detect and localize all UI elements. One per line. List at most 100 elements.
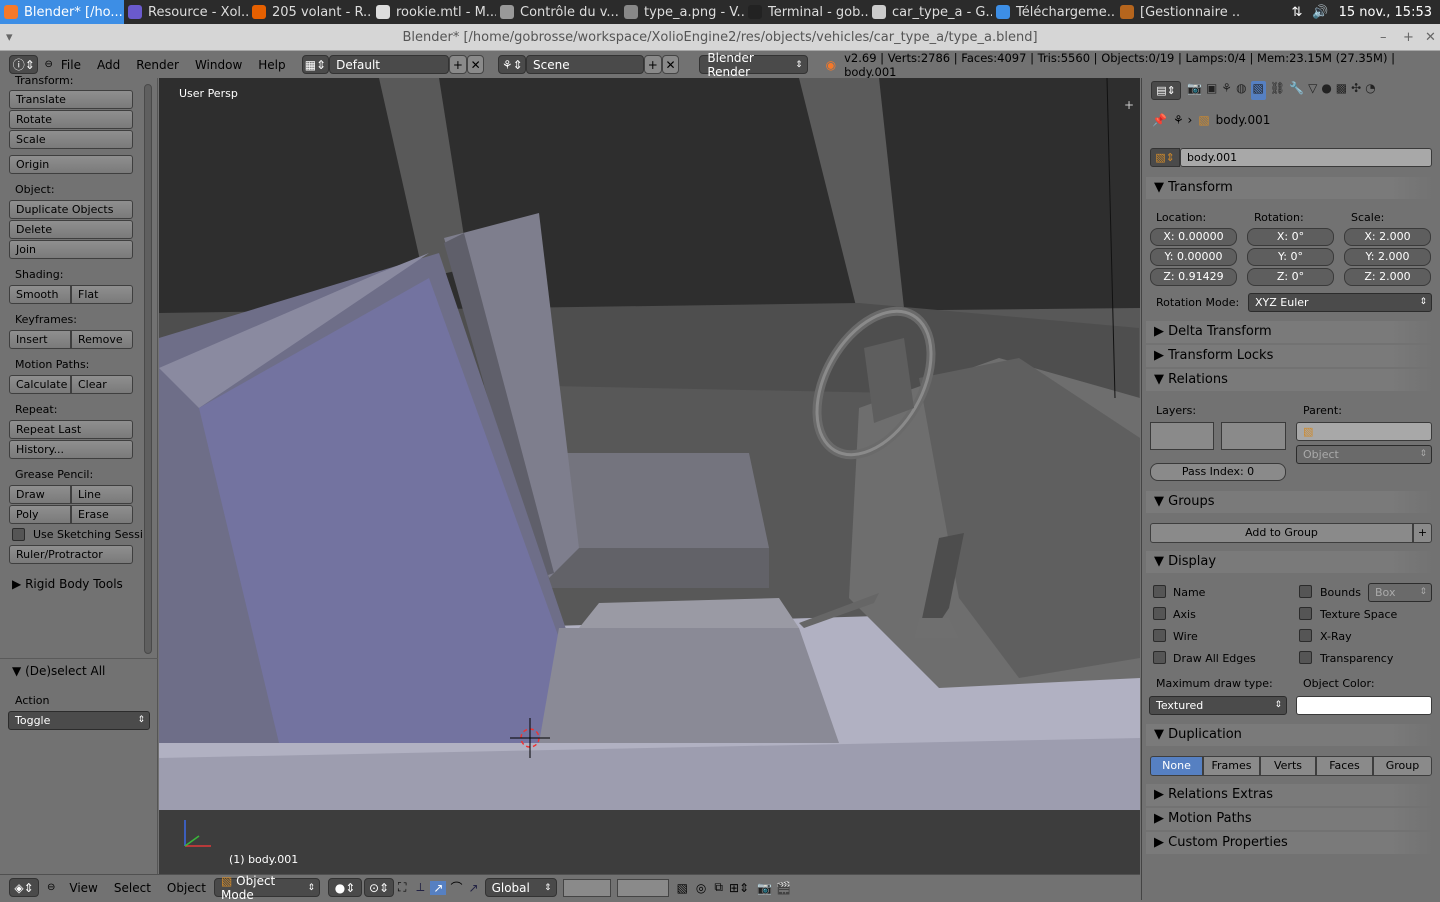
maximize-icon[interactable]: + <box>1403 24 1414 51</box>
draw-button[interactable]: Draw <box>9 485 71 504</box>
rotate-button[interactable]: Rotate <box>9 110 133 129</box>
scale-manipulator-icon[interactable]: ⌒ <box>450 879 462 896</box>
scene-field[interactable]: Scene <box>526 55 644 74</box>
texture-space-checkbox[interactable] <box>1299 607 1312 620</box>
collapse-menu-icon[interactable]: ⊖ <box>47 882 55 893</box>
pass-index-field[interactable]: Pass Index: 0 <box>1150 463 1286 481</box>
scene-layers-grid-1[interactable] <box>562 878 611 897</box>
taskbar-item[interactable]: Téléchargeme... <box>992 0 1116 24</box>
scene-icon[interactable]: ⚘⇕ <box>498 55 527 74</box>
transform-panel-header[interactable]: ▼ Transform <box>1146 177 1434 199</box>
rotate-manipulator-icon[interactable]: ↗ <box>430 880 447 895</box>
lock-layers-icon[interactable]: ▧ <box>677 881 688 895</box>
screen-layout-icon[interactable]: ▦⇕ <box>301 55 330 74</box>
duplicate-objects-button[interactable]: Duplicate Objects <box>9 200 133 219</box>
texture-tab-icon[interactable]: ▩ <box>1336 81 1347 100</box>
render-engine-dropdown[interactable]: Blender Render ⇕ <box>699 51 808 79</box>
taskbar-item[interactable]: car_type_a - G... <box>868 0 992 24</box>
calculate-button[interactable]: Calculate <box>9 375 71 394</box>
render-image-icon[interactable]: 📷 <box>757 881 772 895</box>
add-to-group-button[interactable]: Add to Group <box>1150 523 1413 543</box>
poly-button[interactable]: Poly <box>9 505 71 524</box>
screen-layout-field[interactable]: Default <box>329 55 450 74</box>
scene-tab-icon[interactable]: ⚘ <box>1221 81 1232 100</box>
menu-add[interactable]: Add <box>89 58 128 72</box>
volume-icon[interactable]: 🔊 <box>1312 5 1328 20</box>
manipulator-toggle-icon[interactable]: ⛶ <box>398 880 406 895</box>
3d-viewport[interactable]: User Persp (1) body.001 + <box>159 78 1140 874</box>
render-layers-tab-icon[interactable]: ▣ <box>1206 81 1217 100</box>
custom-properties-panel-header[interactable]: ▶ Custom Properties <box>1146 832 1434 854</box>
close-icon[interactable]: ✕ <box>1425 24 1436 51</box>
layers-grid-1[interactable] <box>1150 422 1214 450</box>
constraints-tab-icon[interactable]: ⛓ <box>1270 81 1285 100</box>
particles-tab-icon[interactable]: ✣ <box>1351 81 1361 100</box>
object-name-field[interactable]: body.001 <box>1180 148 1432 167</box>
location-z-field[interactable]: Z: 0.91429 <box>1150 268 1237 286</box>
duplication-frames-button[interactable]: Frames <box>1203 756 1260 776</box>
object-color-swatch[interactable] <box>1296 696 1432 715</box>
proportional-edit-icon[interactable]: ◎ <box>696 881 706 895</box>
pivot-point-dropdown[interactable]: ⊙⇕ <box>364 878 394 897</box>
location-y-field[interactable]: Y: 0.00000 <box>1150 248 1237 266</box>
scene-layers-grid-2[interactable] <box>616 878 669 897</box>
xray-checkbox[interactable] <box>1299 629 1312 642</box>
render-tab-icon[interactable]: 📷 <box>1187 81 1202 100</box>
properties-toggle-icon[interactable]: + <box>1124 98 1134 112</box>
ruler-protractor-button[interactable]: Ruler/Protractor <box>9 545 133 564</box>
history-button[interactable]: History... <box>9 440 133 459</box>
world-tab-icon[interactable]: ◍ <box>1236 81 1246 100</box>
name-checkbox[interactable] <box>1153 585 1166 598</box>
rigid-body-tools-panel[interactable]: ▶ Rigid Body Tools <box>12 577 123 591</box>
use-sketching-checkbox[interactable] <box>12 528 25 541</box>
menu-help[interactable]: Help <box>250 58 293 72</box>
transform-locks-panel-header[interactable]: ▶ Transform Locks <box>1146 345 1434 367</box>
object-tab-icon[interactable]: ▧ <box>1250 81 1266 100</box>
location-x-field[interactable]: X: 0.00000 <box>1150 228 1237 246</box>
rotation-y-field[interactable]: Y: 0° <box>1247 248 1334 266</box>
taskbar-item[interactable]: [Gestionnaire ... <box>1116 0 1240 24</box>
clear-button[interactable]: Clear <box>71 375 133 394</box>
taskbar-item[interactable]: type_a.png - V... <box>620 0 744 24</box>
editor-type-selector[interactable]: ◈⇕ <box>9 878 39 897</box>
line-button[interactable]: Line <box>71 485 133 504</box>
parent-type-dropdown[interactable]: Object ⇕ <box>1296 445 1432 464</box>
bounds-type-dropdown[interactable]: Box ⇕ <box>1368 583 1432 602</box>
viewport-shading-dropdown[interactable]: ●⇕ <box>328 878 362 897</box>
clock[interactable]: 15 nov., 15:53 <box>1339 5 1432 20</box>
menu-object[interactable]: Object <box>159 881 214 895</box>
material-tab-icon[interactable]: ● <box>1321 81 1331 100</box>
remove-keyframe-button[interactable]: Remove <box>71 330 133 349</box>
properties-editor-type-icon[interactable]: ▤⇕ <box>1151 81 1181 100</box>
scale-button[interactable]: Scale <box>9 130 133 149</box>
duplication-group-button[interactable]: Group <box>1373 756 1432 776</box>
modifiers-tab-icon[interactable]: 🔧 <box>1289 81 1304 100</box>
erase-button[interactable]: Erase <box>71 505 133 524</box>
add-group-icon[interactable]: + <box>1413 523 1432 543</box>
scale-z-field[interactable]: Z: 2.000 <box>1344 268 1431 286</box>
menu-select[interactable]: Select <box>106 881 159 895</box>
motion-paths-panel-header[interactable]: ▶ Motion Paths <box>1146 808 1434 830</box>
duplication-panel-header[interactable]: ▼ Duplication <box>1146 724 1434 746</box>
object-type-icon[interactable]: ▧⇕ <box>1150 148 1180 167</box>
axis-checkbox[interactable] <box>1153 607 1166 620</box>
taskbar-item[interactable]: Resource - Xol... <box>124 0 248 24</box>
rotation-z-field[interactable]: Z: 0° <box>1247 268 1334 286</box>
duplication-none-button[interactable]: None <box>1150 756 1203 776</box>
relations-extras-panel-header[interactable]: ▶ Relations Extras <box>1146 784 1434 806</box>
relations-panel-header[interactable]: ▼ Relations <box>1146 369 1434 391</box>
scale-x-field[interactable]: X: 2.000 <box>1344 228 1431 246</box>
menu-render[interactable]: Render <box>128 58 187 72</box>
draw-all-edges-checkbox[interactable] <box>1153 651 1166 664</box>
window-menu-icon[interactable]: ▾ <box>6 24 13 51</box>
action-dropdown[interactable]: Toggle ⇕ <box>8 711 150 730</box>
flat-button[interactable]: Flat <box>71 285 133 304</box>
scale-y-field[interactable]: Y: 2.000 <box>1344 248 1431 266</box>
translate-manipulator-icon[interactable]: ⟂ <box>416 880 424 895</box>
taskbar-item[interactable]: rookie.mtl - M... <box>372 0 496 24</box>
wire-checkbox[interactable] <box>1153 629 1166 642</box>
max-draw-type-dropdown[interactable]: Textured ⇕ <box>1149 696 1287 715</box>
origin-button[interactable]: Origin <box>9 155 133 174</box>
data-tab-icon[interactable]: ▽ <box>1308 81 1317 100</box>
remove-layout-icon[interactable]: ✕ <box>466 55 485 74</box>
